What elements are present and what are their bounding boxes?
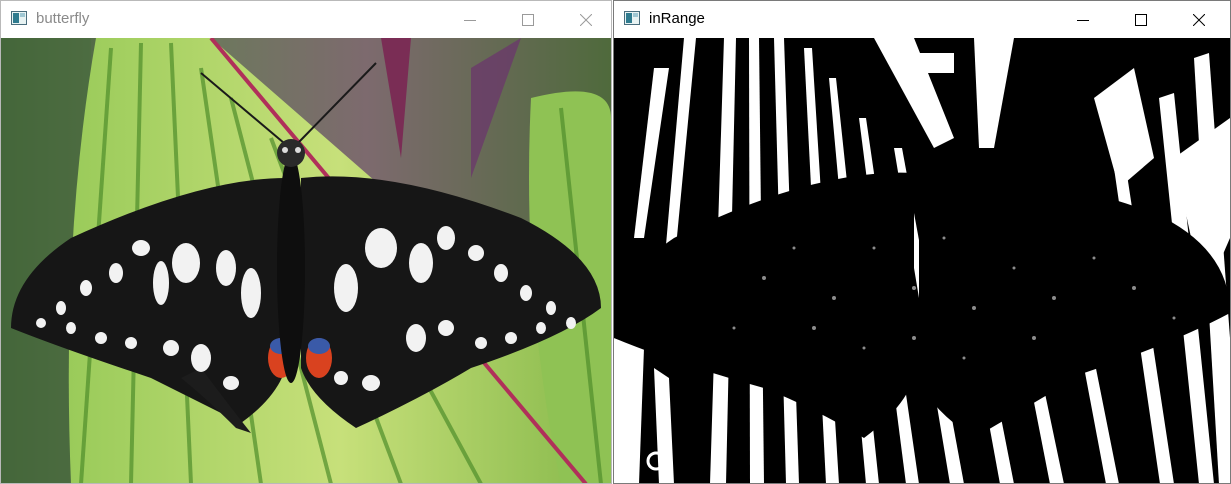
maximize-icon <box>522 13 534 26</box>
inrange-mask <box>614 38 1230 483</box>
minimize-button[interactable] <box>441 1 499 38</box>
minimize-icon <box>464 19 476 21</box>
butterfly-photo <box>1 38 611 483</box>
minimize-button[interactable] <box>1054 1 1112 38</box>
image-canvas <box>614 38 1230 483</box>
close-button[interactable] <box>557 1 615 38</box>
app-icon <box>11 11 27 25</box>
window-title: butterfly <box>36 10 90 27</box>
close-button[interactable] <box>1170 1 1228 38</box>
inrange-window[interactable]: inRange <box>613 0 1231 484</box>
app-icon <box>624 11 640 25</box>
image-canvas <box>1 38 611 483</box>
maximize-button[interactable] <box>1112 1 1170 38</box>
window-title: inRange <box>649 10 705 27</box>
butterfly-window[interactable]: butterfly <box>0 0 612 484</box>
minimize-icon <box>1077 19 1089 21</box>
close-icon <box>580 13 592 26</box>
maximize-button[interactable] <box>499 1 557 38</box>
title-bar[interactable]: butterfly <box>1 1 611 38</box>
maximize-icon <box>1135 13 1147 26</box>
title-bar[interactable]: inRange <box>614 1 1230 38</box>
close-icon <box>1193 13 1205 26</box>
